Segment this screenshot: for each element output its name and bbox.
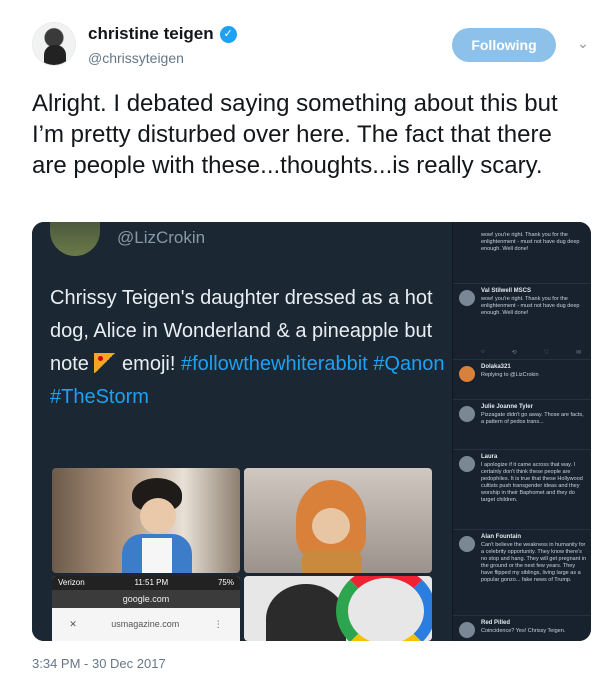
pizza-emoji-icon [94,353,117,373]
phone-status-bar: Verizon 11:51 PM 75% [52,576,240,590]
reply-item: Laura I apologize if it came across that… [453,450,591,530]
tweet-header: christine teigen ✓ @chrissyteigen Follow… [0,0,612,84]
embed-text-part-2: emoji! [116,353,181,375]
reply-text: wow! you're right. Thank you for the enl… [481,232,580,252]
reply-name: Julie Joanne Tyler [481,404,533,410]
verified-badge-icon: ✓ [219,25,237,43]
embed-text: Chrissy Teigen's daughter dressed as a h… [50,282,445,414]
reply-text: I apologize if it came across that way. … [481,462,583,503]
reply-avatar [459,406,475,422]
chevron-down-icon[interactable]: ⌄ [575,35,591,51]
phone-battery: 75% [217,578,234,587]
link-icon: ⋮ [213,619,223,629]
reply-avatar [459,622,475,638]
reply-name: Red Pilled [481,620,511,626]
reply-avatar [459,366,475,382]
following-button[interactable]: Following [452,28,556,62]
replies-screenshot: wow! you're right. Thank you for the enl… [452,222,591,641]
tweet-timestamp[interactable]: 3:34 PM - 30 Dec 2017 [32,656,166,671]
photo-alice-costume [52,468,240,573]
phone-url-bar: google.com [52,590,240,608]
reply-item: Red Pilled Coincidence? Yes! Chrissy Tei… [453,616,591,641]
reply-name: Alan Fountain [481,534,521,540]
reply-actions: ○ ⟲ ♡ ✉ [481,349,581,356]
photo-illustration [244,576,432,641]
author-name-row: christine teigen ✓ [88,24,237,44]
reply-text: Replying to @LizCrokin [481,372,539,378]
reply-text: Pizzagate didn't go away. Those are fact… [481,412,584,425]
reply-item: Julie Joanne Tyler Pizzagate didn't go a… [453,400,591,450]
reply-item: Dolaka321 Replying to @LizCrokin [453,360,591,400]
reply-item: Alan Fountain Can't believe the weakness… [453,530,591,616]
close-icon: ✕ [69,619,77,629]
reply-item: Val Stilwell MSCS wow! you're right. Tha… [453,284,591,360]
reply-name: Val Stilwell MSCS [481,288,532,294]
author-avatar[interactable] [32,22,76,66]
phone-carrier: Verizon [58,578,85,587]
embed-handle: @LizCrokin [117,228,206,247]
reply-text: Can't believe the weakness in humanity f… [481,542,587,583]
author-name[interactable]: christine teigen [88,24,214,44]
author-handle[interactable]: @chrissyteigen [88,50,184,66]
reply-text: Coincidence? Yes! Chrissy Teigen. [481,628,566,634]
reply-avatar [459,456,475,472]
photo-phone-screenshot: Verizon 11:51 PM 75% google.com ✕ usmaga… [52,576,240,641]
phone-time: 11:51 PM [134,578,169,587]
reply-text: wow! you're right. Thank you for the enl… [481,296,580,316]
reply-name: Laura [481,454,498,460]
reply-avatar [459,290,475,306]
photo-hotdog-costume [244,468,432,573]
phone-tab-row: ✕ usmagazine.com ⋮ [52,612,240,636]
reply-item: wow! you're right. Thank you for the enl… [453,222,591,284]
reply-name: Dolaka321 [481,364,511,370]
reply-avatar [459,536,475,552]
screenshot-embed: @LizCrokin Chrissy Teigen's daughter dre… [32,222,452,641]
phone-page-url: usmagazine.com [111,619,180,629]
tweet-text: Alright. I debated saying something abou… [32,90,558,179]
tweet-media[interactable]: @LizCrokin Chrissy Teigen's daughter dre… [32,222,591,641]
embed-avatar [50,222,100,256]
